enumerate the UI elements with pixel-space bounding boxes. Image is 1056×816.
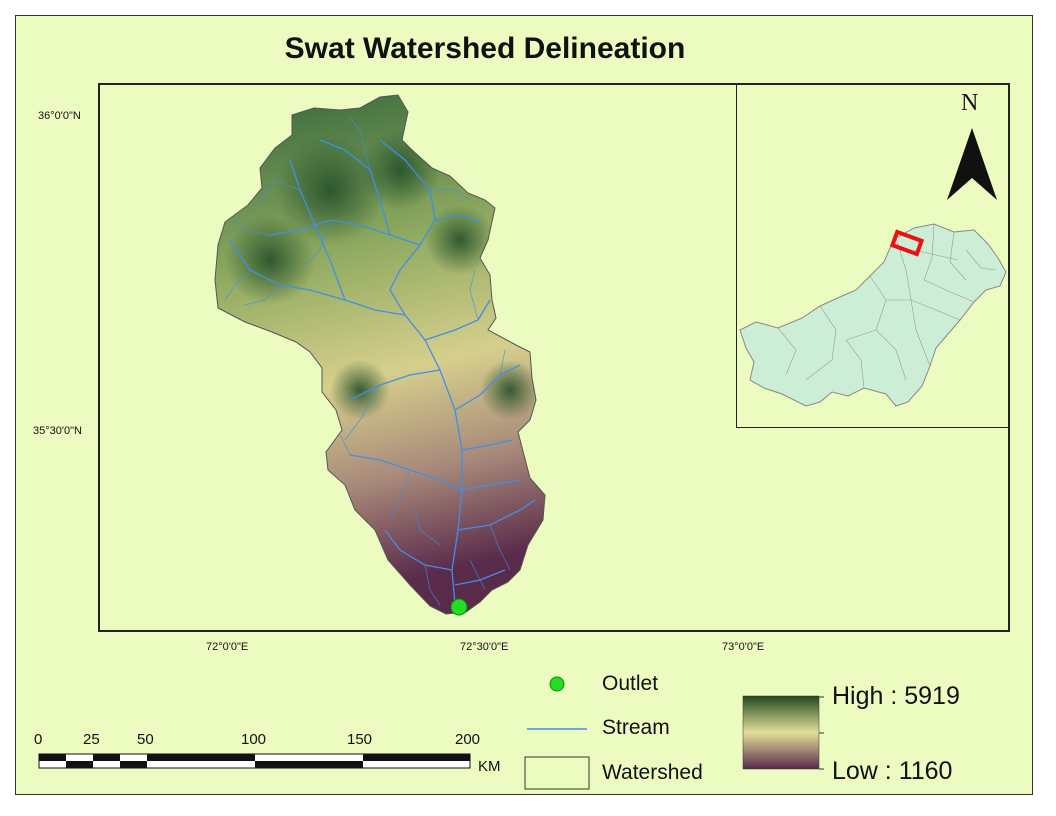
scale-tick-0: 0 (34, 731, 43, 748)
lat-label-35-30n: 35°30'0"N (33, 425, 82, 437)
north-arrow-letter: N (961, 90, 979, 116)
legend-outlet-symbol (549, 676, 565, 692)
scale-unit: KM (478, 758, 501, 775)
legend-watershed-symbol (524, 756, 590, 790)
scale-tick-200: 200 (455, 731, 481, 748)
north-arrow-icon (947, 128, 997, 200)
elevation-high-label: High : 5919 (832, 682, 960, 710)
lon-label-73e: 73°0'0"E (722, 641, 765, 653)
outlet-point (450, 598, 468, 616)
legend-watershed-label: Watershed (602, 761, 703, 784)
legend-outlet-label: Outlet (602, 672, 659, 695)
pakistan-inset-map (739, 223, 1007, 407)
lat-label-36n: 36°0'0"N (38, 110, 81, 122)
legend-stream-label: Stream (602, 716, 670, 739)
elevation-color-ramp (742, 695, 824, 770)
scale-tick-50: 50 (137, 731, 154, 748)
lon-label-72e: 72°0'0"E (206, 641, 249, 653)
legend-stream-symbol (527, 728, 587, 730)
scale-bar (38, 753, 471, 769)
scale-tick-100: 100 (241, 731, 267, 748)
elevation-low-label: Low : 1160 (832, 757, 953, 785)
scale-tick-150: 150 (347, 731, 373, 748)
lon-label-72-30e: 72°30'0"E (460, 641, 509, 653)
scale-tick-25: 25 (83, 731, 100, 748)
